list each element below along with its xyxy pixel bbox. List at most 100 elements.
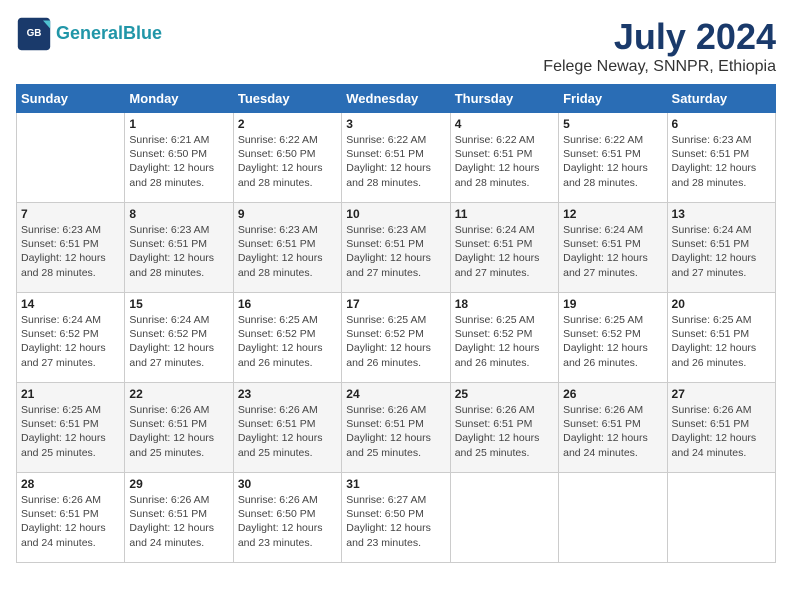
calendar-cell: 8 Sunrise: 6:23 AM Sunset: 6:51 PM Daylig… (125, 203, 233, 293)
logo: GB GeneralBlue (16, 16, 162, 52)
calendar-table: SundayMondayTuesdayWednesdayThursdayFrid… (16, 84, 776, 563)
day-number: 14 (21, 297, 120, 311)
day-info: Sunrise: 6:22 AM Sunset: 6:51 PM Dayligh… (455, 133, 554, 190)
day-number: 15 (129, 297, 228, 311)
day-info: Sunrise: 6:26 AM Sunset: 6:51 PM Dayligh… (672, 403, 771, 460)
day-info: Sunrise: 6:25 AM Sunset: 6:52 PM Dayligh… (563, 313, 662, 370)
calendar-cell: 24Sunrise: 6:26 AM Sunset: 6:51 PM Dayli… (342, 383, 450, 473)
calendar-cell: 14 Sunrise: 6:24 AM Sunset: 6:52 PM Dayli… (17, 293, 125, 383)
week-row-1: 1 Sunrise: 6:21 AM Sunset: 6:50 PM Daylig… (17, 113, 776, 203)
calendar-cell: 2 Sunrise: 6:22 AM Sunset: 6:50 PM Daylig… (233, 113, 341, 203)
calendar-cell: 31Sunrise: 6:27 AM Sunset: 6:50 PM Dayli… (342, 473, 450, 563)
day-header-wednesday: Wednesday (342, 85, 450, 113)
day-header-monday: Monday (125, 85, 233, 113)
week-row-4: 21Sunrise: 6:25 AM Sunset: 6:51 PM Dayli… (17, 383, 776, 473)
day-number: 10 (346, 207, 445, 221)
week-row-2: 7 Sunrise: 6:23 AM Sunset: 6:51 PM Daylig… (17, 203, 776, 293)
day-number: 8 (129, 207, 228, 221)
day-number: 12 (563, 207, 662, 221)
day-number: 16 (238, 297, 337, 311)
calendar-cell: 23 Sunrise: 6:26 AM Sunset: 6:51 PM Dayli… (233, 383, 341, 473)
calendar-cell: 30 Sunrise: 6:26 AM Sunset: 6:50 PM Dayli… (233, 473, 341, 563)
day-number: 1 (129, 117, 228, 131)
calendar-cell: 1 Sunrise: 6:21 AM Sunset: 6:50 PM Daylig… (125, 113, 233, 203)
calendar-cell: 18Sunrise: 6:25 AM Sunset: 6:52 PM Dayli… (450, 293, 558, 383)
calendar-cell: 27 Sunrise: 6:26 AM Sunset: 6:51 PM Dayli… (667, 383, 775, 473)
day-number: 17 (346, 297, 445, 311)
day-number: 4 (455, 117, 554, 131)
week-row-5: 28 Sunrise: 6:26 AM Sunset: 6:51 PM Dayli… (17, 473, 776, 563)
day-number: 28 (21, 477, 120, 491)
day-number: 20 (672, 297, 771, 311)
page-header: GB GeneralBlue July 2024 Felege Neway, S… (16, 16, 776, 76)
location-subtitle: Felege Neway, SNNPR, Ethiopia (543, 58, 776, 76)
week-row-3: 14 Sunrise: 6:24 AM Sunset: 6:52 PM Dayli… (17, 293, 776, 383)
day-number: 21 (21, 387, 120, 401)
calendar-cell: 26Sunrise: 6:26 AM Sunset: 6:51 PM Dayli… (559, 383, 667, 473)
day-info: Sunrise: 6:22 AM Sunset: 6:51 PM Dayligh… (563, 133, 662, 190)
day-info: Sunrise: 6:26 AM Sunset: 6:51 PM Dayligh… (21, 493, 120, 550)
calendar-cell: 4 Sunrise: 6:22 AM Sunset: 6:51 PM Daylig… (450, 113, 558, 203)
calendar-cell (450, 473, 558, 563)
day-number: 19 (563, 297, 662, 311)
day-header-saturday: Saturday (667, 85, 775, 113)
day-info: Sunrise: 6:23 AM Sunset: 6:51 PM Dayligh… (346, 223, 445, 280)
day-number: 13 (672, 207, 771, 221)
day-info: Sunrise: 6:25 AM Sunset: 6:52 PM Dayligh… (346, 313, 445, 370)
calendar-cell: 12 Sunrise: 6:24 AM Sunset: 6:51 PM Dayli… (559, 203, 667, 293)
calendar-cell: 9Sunrise: 6:23 AM Sunset: 6:51 PM Daylig… (233, 203, 341, 293)
calendar-cell: 5 Sunrise: 6:22 AM Sunset: 6:51 PM Daylig… (559, 113, 667, 203)
day-number: 5 (563, 117, 662, 131)
day-header-thursday: Thursday (450, 85, 558, 113)
calendar-cell (559, 473, 667, 563)
day-info: Sunrise: 6:24 AM Sunset: 6:51 PM Dayligh… (672, 223, 771, 280)
calendar-cell: 28 Sunrise: 6:26 AM Sunset: 6:51 PM Dayli… (17, 473, 125, 563)
day-info: Sunrise: 6:25 AM Sunset: 6:51 PM Dayligh… (672, 313, 771, 370)
day-header-sunday: Sunday (17, 85, 125, 113)
day-number: 27 (672, 387, 771, 401)
day-info: Sunrise: 6:23 AM Sunset: 6:51 PM Dayligh… (129, 223, 228, 280)
logo-icon: GB (16, 16, 52, 52)
day-number: 11 (455, 207, 554, 221)
day-number: 3 (346, 117, 445, 131)
logo-line1: General (56, 23, 123, 43)
day-info: Sunrise: 6:25 AM Sunset: 6:52 PM Dayligh… (238, 313, 337, 370)
day-info: Sunrise: 6:22 AM Sunset: 6:50 PM Dayligh… (238, 133, 337, 190)
calendar-cell: 17 Sunrise: 6:25 AM Sunset: 6:52 PM Dayli… (342, 293, 450, 383)
day-number: 24 (346, 387, 445, 401)
calendar-cell: 7Sunrise: 6:23 AM Sunset: 6:51 PM Daylig… (17, 203, 125, 293)
title-section: July 2024 Felege Neway, SNNPR, Ethiopia (543, 16, 776, 76)
day-number: 25 (455, 387, 554, 401)
day-number: 18 (455, 297, 554, 311)
calendar-cell: 6 Sunrise: 6:23 AM Sunset: 6:51 PM Daylig… (667, 113, 775, 203)
day-info: Sunrise: 6:24 AM Sunset: 6:51 PM Dayligh… (563, 223, 662, 280)
svg-text:GB: GB (27, 28, 42, 39)
calendar-cell: 10 Sunrise: 6:23 AM Sunset: 6:51 PM Dayli… (342, 203, 450, 293)
day-number: 30 (238, 477, 337, 491)
day-info: Sunrise: 6:21 AM Sunset: 6:50 PM Dayligh… (129, 133, 228, 190)
day-info: Sunrise: 6:26 AM Sunset: 6:51 PM Dayligh… (129, 493, 228, 550)
calendar-cell: 15 Sunrise: 6:24 AM Sunset: 6:52 PM Dayli… (125, 293, 233, 383)
calendar-cell (667, 473, 775, 563)
day-number: 23 (238, 387, 337, 401)
day-number: 6 (672, 117, 771, 131)
day-info: Sunrise: 6:26 AM Sunset: 6:51 PM Dayligh… (238, 403, 337, 460)
day-info: Sunrise: 6:24 AM Sunset: 6:51 PM Dayligh… (455, 223, 554, 280)
calendar-cell: 3Sunrise: 6:22 AM Sunset: 6:51 PM Daylig… (342, 113, 450, 203)
day-number: 7 (21, 207, 120, 221)
day-info: Sunrise: 6:26 AM Sunset: 6:51 PM Dayligh… (129, 403, 228, 460)
calendar-cell: 11 Sunrise: 6:24 AM Sunset: 6:51 PM Dayli… (450, 203, 558, 293)
calendar-cell (17, 113, 125, 203)
calendar-cell: 25 Sunrise: 6:26 AM Sunset: 6:51 PM Dayli… (450, 383, 558, 473)
day-number: 9 (238, 207, 337, 221)
day-info: Sunrise: 6:26 AM Sunset: 6:51 PM Dayligh… (455, 403, 554, 460)
day-number: 2 (238, 117, 337, 131)
calendar-cell: 21Sunrise: 6:25 AM Sunset: 6:51 PM Dayli… (17, 383, 125, 473)
day-info: Sunrise: 6:23 AM Sunset: 6:51 PM Dayligh… (672, 133, 771, 190)
day-number: 31 (346, 477, 445, 491)
day-info: Sunrise: 6:24 AM Sunset: 6:52 PM Dayligh… (21, 313, 120, 370)
day-header-friday: Friday (559, 85, 667, 113)
day-info: Sunrise: 6:24 AM Sunset: 6:52 PM Dayligh… (129, 313, 228, 370)
day-info: Sunrise: 6:26 AM Sunset: 6:50 PM Dayligh… (238, 493, 337, 550)
calendar-cell: 16 Sunrise: 6:25 AM Sunset: 6:52 PM Dayli… (233, 293, 341, 383)
